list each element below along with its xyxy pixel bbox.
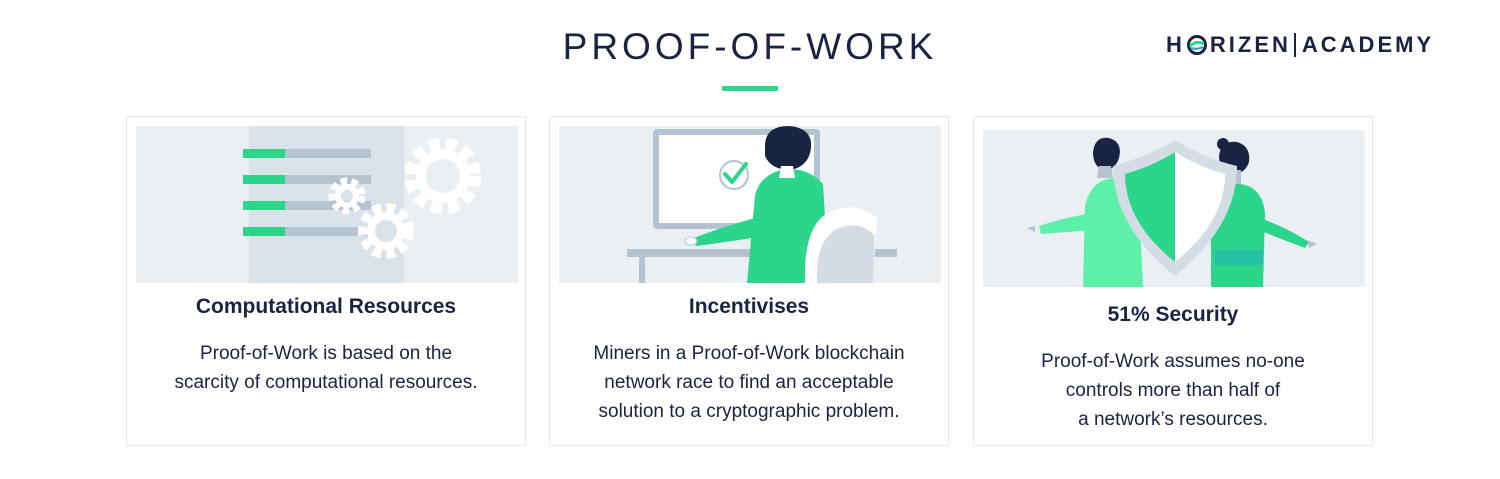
miner-illustration xyxy=(559,126,941,283)
brand-word-academy: ACADEMY xyxy=(1301,32,1435,57)
card-description-line: Miners in a Proof-of-Work blockchain xyxy=(593,343,905,364)
card-description: Proof-of-Work is based on the scarcity o… xyxy=(127,339,525,397)
brand-separator xyxy=(1293,33,1296,57)
card-description: Miners in a Proof-of-Work blockchain net… xyxy=(550,339,948,426)
card-description-line: solution to a cryptographic problem. xyxy=(598,401,900,422)
security-illustration xyxy=(983,130,1365,287)
card-description-line: scarcity of computational resources. xyxy=(174,372,478,393)
card-51-security: 51% Security Proof-of-Work assumes no-on… xyxy=(973,116,1373,446)
card-description-line: network race to find an acceptable xyxy=(604,372,894,393)
gears-illustration xyxy=(136,126,518,283)
infographic: PROOF-OF-WORK H RIZEN ACADEMY Computatio… xyxy=(0,0,1500,479)
card-description-line: a network’s resources. xyxy=(1078,409,1268,430)
card-title: Computational Resources xyxy=(195,295,457,318)
card-computational-resources: Computational Resources Proof-of-Work is… xyxy=(126,116,526,446)
card-description: Proof-of-Work assumes no-one controls mo… xyxy=(974,347,1372,434)
brand-letter-h: H xyxy=(1166,32,1185,57)
card-incentivises: Incentivises Miners in a Proof-of-Work b… xyxy=(549,116,949,446)
card-title: 51% Security xyxy=(1107,303,1239,326)
horizen-o-logo-icon xyxy=(1186,35,1207,55)
card-description-line: controls more than half of xyxy=(1065,380,1281,401)
card-description-line: Proof-of-Work is based on the xyxy=(199,343,453,364)
horizen-academy-logo: H RIZEN ACADEMY xyxy=(1166,32,1434,58)
title-underline xyxy=(722,86,778,91)
card-title: Incentivises xyxy=(688,295,810,318)
card-description-line: Proof-of-Work assumes no-one xyxy=(1041,351,1305,372)
brand-word-rizen: RIZEN xyxy=(1209,32,1291,57)
